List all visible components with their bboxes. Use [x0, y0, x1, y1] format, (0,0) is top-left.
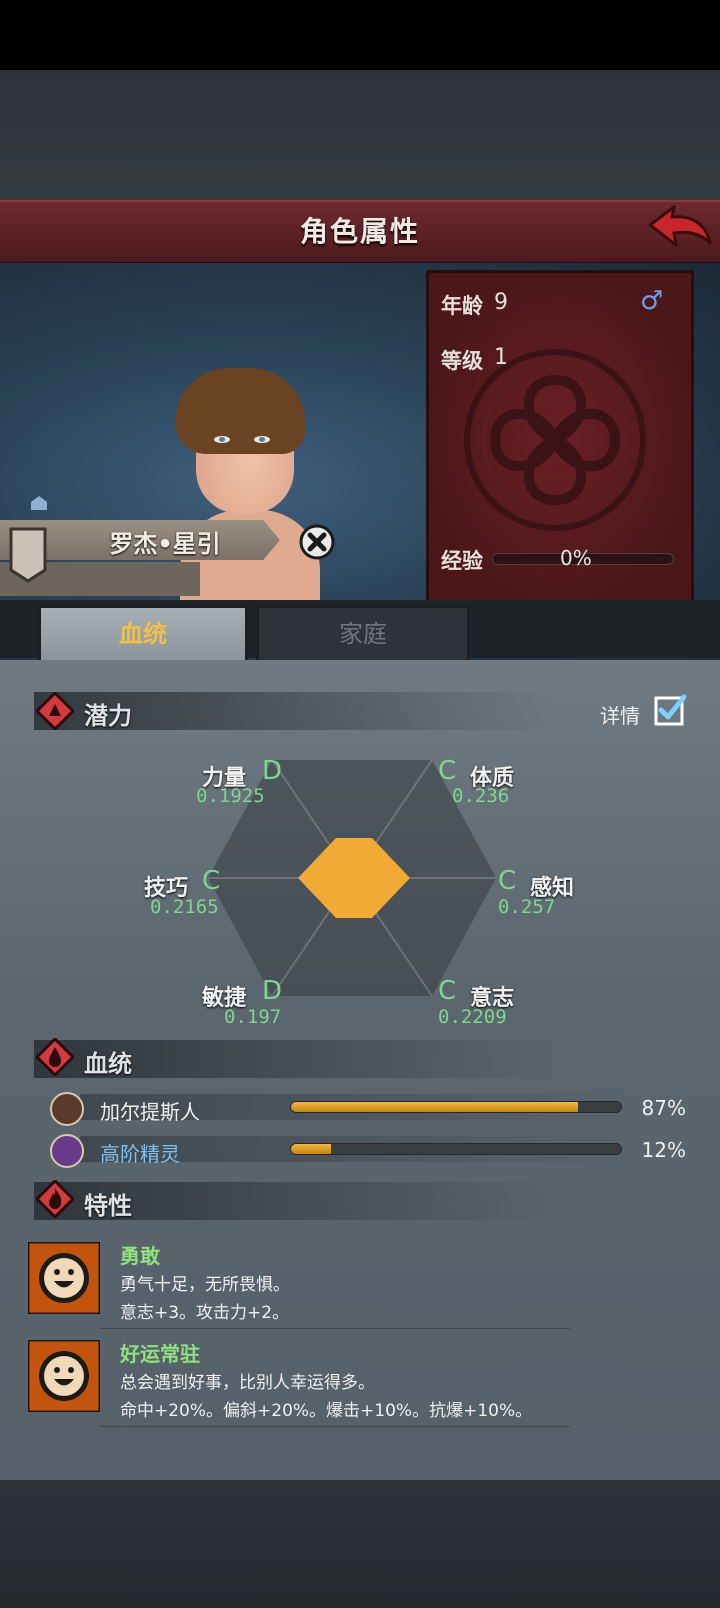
trait-divider — [100, 1426, 570, 1427]
stat-value-will: 0.2209 — [438, 1006, 507, 1028]
lucky-trait-icon[interactable] — [26, 1338, 102, 1414]
bloodline-percent-2: 12% — [641, 1138, 686, 1162]
stat-value-skill: 0.2165 — [150, 896, 219, 918]
exp-label: 经验 — [441, 549, 483, 573]
celtic-knot-icon — [464, 349, 646, 531]
stat-grade-will: C — [438, 976, 457, 1006]
stat-value-strength: 0.1925 — [196, 785, 265, 807]
galtis-bloodline-icon — [50, 1092, 84, 1126]
character-eye-right — [254, 436, 270, 443]
age-value: 9 — [494, 290, 508, 315]
stat-value-constitution: 0.236 — [452, 785, 510, 807]
detail-checkbox[interactable] — [653, 693, 687, 727]
blood-drop-icon — [36, 1038, 74, 1076]
stat-value-perception: 0.257 — [498, 896, 556, 918]
upper-background — [0, 70, 720, 200]
trait-desc-1-line1: 勇气十足，无所畏惧。 — [120, 1275, 290, 1295]
trait-desc-2-line2: 命中+20%。偏斜+20%。爆击+10%。抗爆+10%。 — [120, 1401, 533, 1421]
bloodline-name-1: 加尔提斯人 — [100, 1100, 200, 1124]
bloodline-name-2: 高阶精灵 — [100, 1142, 180, 1166]
tab-bloodline[interactable]: 血统 — [38, 605, 248, 660]
character-hair — [175, 368, 305, 454]
potential-title: 潜力 — [84, 702, 132, 730]
tab-family[interactable]: 家庭 — [256, 605, 470, 660]
trait-name-1: 勇敢 — [120, 1244, 160, 1268]
checkbox-checked-icon — [654, 694, 687, 726]
smiley-sun-icon — [26, 1240, 102, 1316]
stat-grade-skill: C — [202, 866, 221, 896]
fire-icon — [36, 1180, 74, 1218]
smiley-sun-icon — [26, 1338, 102, 1414]
page-title: 角色属性 — [299, 215, 420, 248]
brave-trait-icon[interactable] — [26, 1240, 102, 1316]
bloodline-title: 血统 — [84, 1050, 132, 1078]
detail-label: 详情 — [600, 704, 640, 728]
trait-name-2: 好运常驻 — [120, 1342, 200, 1366]
shield-icon — [9, 527, 47, 583]
back-arrow-icon — [648, 205, 712, 247]
bottom-background — [0, 1480, 720, 1608]
stat-grade-agility: D — [262, 976, 283, 1006]
rank-icon — [31, 496, 47, 510]
status-bar-area — [0, 0, 720, 70]
trait-divider — [100, 1328, 570, 1329]
exp-percent: 0% — [560, 546, 592, 570]
character-name: 罗杰•星引 — [109, 530, 221, 558]
stat-grade-strength: D — [262, 756, 283, 786]
dismiss-button[interactable] — [298, 523, 336, 561]
back-button[interactable] — [646, 203, 714, 255]
age-label: 年龄 — [441, 294, 483, 318]
bloodline-bar-fill-2 — [291, 1144, 331, 1154]
level-value: 1 — [494, 345, 508, 370]
character-eye-left — [214, 436, 230, 443]
stat-grade-constitution: C — [438, 756, 457, 786]
bloodline-bar-1 — [290, 1101, 622, 1113]
potential-icon — [36, 692, 74, 730]
traits-title: 特性 — [84, 1192, 132, 1220]
trait-desc-1-line2: 意志+3。攻击力+2。 — [120, 1303, 290, 1323]
bloodline-percent-1: 87% — [641, 1096, 686, 1120]
male-icon: ♂ — [640, 286, 664, 316]
level-label: 等级 — [441, 349, 483, 373]
close-icon — [299, 524, 335, 560]
stat-value-agility: 0.197 — [224, 1006, 282, 1028]
high-elf-bloodline-icon — [50, 1134, 84, 1168]
trait-desc-2-line1: 总会遇到好事，比别人幸运得多。 — [120, 1373, 375, 1393]
bloodline-bar-2 — [290, 1143, 622, 1155]
stat-grade-perception: C — [498, 866, 517, 896]
bloodline-bar-fill-1 — [291, 1102, 579, 1112]
